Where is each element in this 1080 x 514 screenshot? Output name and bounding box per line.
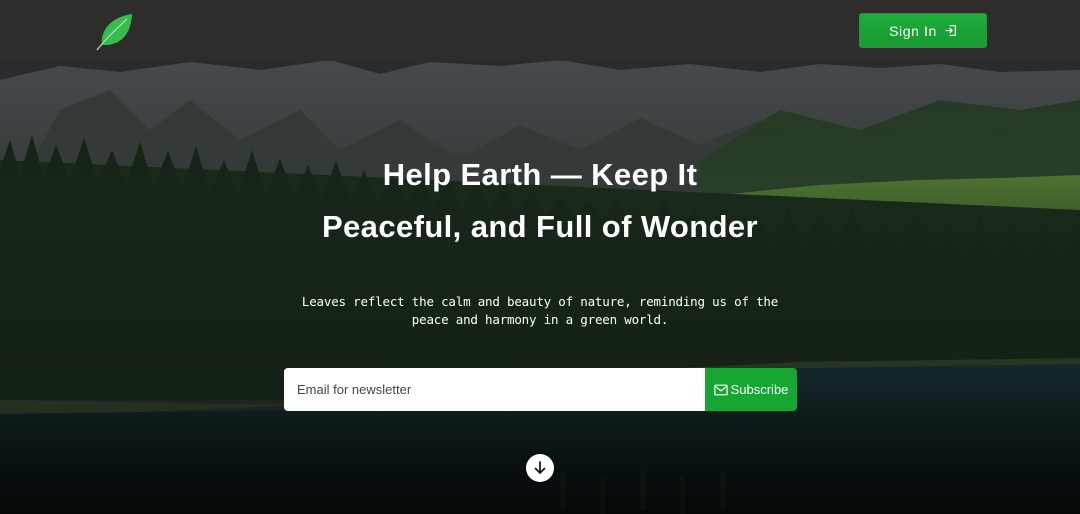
newsletter-email-input[interactable] xyxy=(284,368,705,411)
background-overlay xyxy=(0,0,1080,514)
sign-in-icon xyxy=(945,25,956,36)
leaf-icon xyxy=(96,13,132,50)
top-navbar: Sign In xyxy=(0,0,1080,61)
envelope-icon xyxy=(713,384,728,395)
arrow-down-icon xyxy=(534,461,546,474)
logo-link[interactable] xyxy=(94,11,134,51)
sign-in-button[interactable]: Sign In xyxy=(859,13,987,48)
scroll-down-button[interactable] xyxy=(526,454,554,482)
hero-title-line-1: Help Earth — Keep It xyxy=(382,157,698,192)
sign-in-label: Sign In xyxy=(889,22,937,39)
newsletter-form: Subscribe xyxy=(284,368,797,411)
subscribe-button[interactable]: Subscribe xyxy=(705,368,797,411)
subscribe-label: Subscribe xyxy=(730,382,789,397)
hero-title-line-2: Peaceful, and Full of Wonder xyxy=(321,209,759,244)
hero-subtitle: Leaves reflect the calm and beauty of na… xyxy=(301,294,779,327)
hero-background xyxy=(0,0,1080,514)
